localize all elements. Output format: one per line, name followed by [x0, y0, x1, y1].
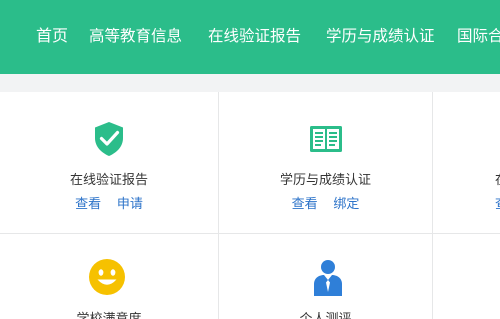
service-card-personal-assessment: 个人测评 [219, 234, 433, 319]
apply-link[interactable]: 申请 [117, 196, 143, 211]
nav-item-home[interactable]: 首页 [36, 26, 68, 48]
service-card-online-verification-report: 在线验证报告 查看 申请 [0, 92, 219, 234]
smiley-face-icon [89, 259, 125, 295]
service-links: 查看 申请 [0, 193, 218, 212]
service-title: 个人测评 [299, 311, 352, 319]
view-link[interactable]: 查看 [292, 196, 318, 211]
certificate-book-icon [309, 126, 342, 152]
service-card-partial: 在 查 [433, 92, 500, 234]
view-link[interactable]: 查看 [75, 196, 101, 211]
service-title: 学历与成绩认证 [279, 172, 371, 187]
nav-item-international-cooperation[interactable]: 国际合 [457, 26, 500, 48]
top-navigation-bar: 首页 高等教育信息 在线验证报告 学历与成绩认证 国际合 [0, 0, 500, 74]
service-title: 学校满意度 [76, 311, 142, 319]
shield-check-icon [95, 122, 123, 156]
service-card-partial [433, 234, 500, 319]
service-grid: 在线验证报告 查看 申请 学历与成绩认证 查看 绑定 在 查 [0, 92, 500, 319]
service-card-school-satisfaction: 学校满意度 [0, 234, 219, 319]
service-title: 在线验证报告 [69, 172, 148, 187]
nav-item-degree-and-transcript-certification[interactable]: 学历与成绩认证 [326, 26, 435, 48]
person-tie-icon [313, 260, 342, 296]
service-card-degree-and-transcript-certification: 学历与成绩认证 查看 绑定 [219, 92, 433, 234]
nav-item-higher-education-info[interactable]: 高等教育信息 [89, 26, 182, 48]
service-links: 查看 绑定 [219, 193, 432, 212]
partial-view-link[interactable]: 查 [495, 193, 500, 212]
nav-divider-band [0, 74, 500, 92]
bind-link[interactable]: 绑定 [333, 196, 359, 211]
nav-item-online-verification-report[interactable]: 在线验证报告 [208, 26, 301, 48]
partial-service-title: 在 [495, 169, 500, 188]
